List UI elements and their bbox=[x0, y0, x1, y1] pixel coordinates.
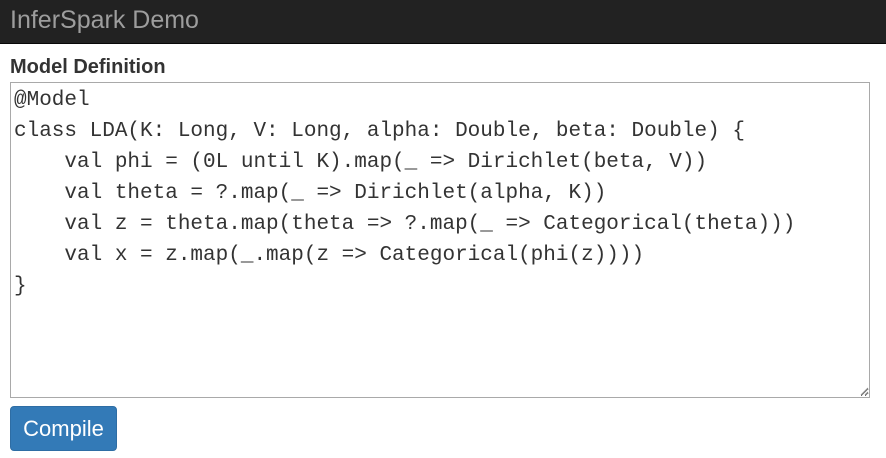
model-code-editor[interactable]: @Model class LDA(K: Long, V: Long, alpha… bbox=[10, 82, 870, 398]
top-navbar: InferSpark Demo bbox=[0, 0, 886, 44]
brand-title[interactable]: InferSpark Demo bbox=[10, 5, 199, 35]
compile-button[interactable]: Compile bbox=[10, 406, 117, 451]
model-definition-label: Model Definition bbox=[10, 56, 166, 78]
